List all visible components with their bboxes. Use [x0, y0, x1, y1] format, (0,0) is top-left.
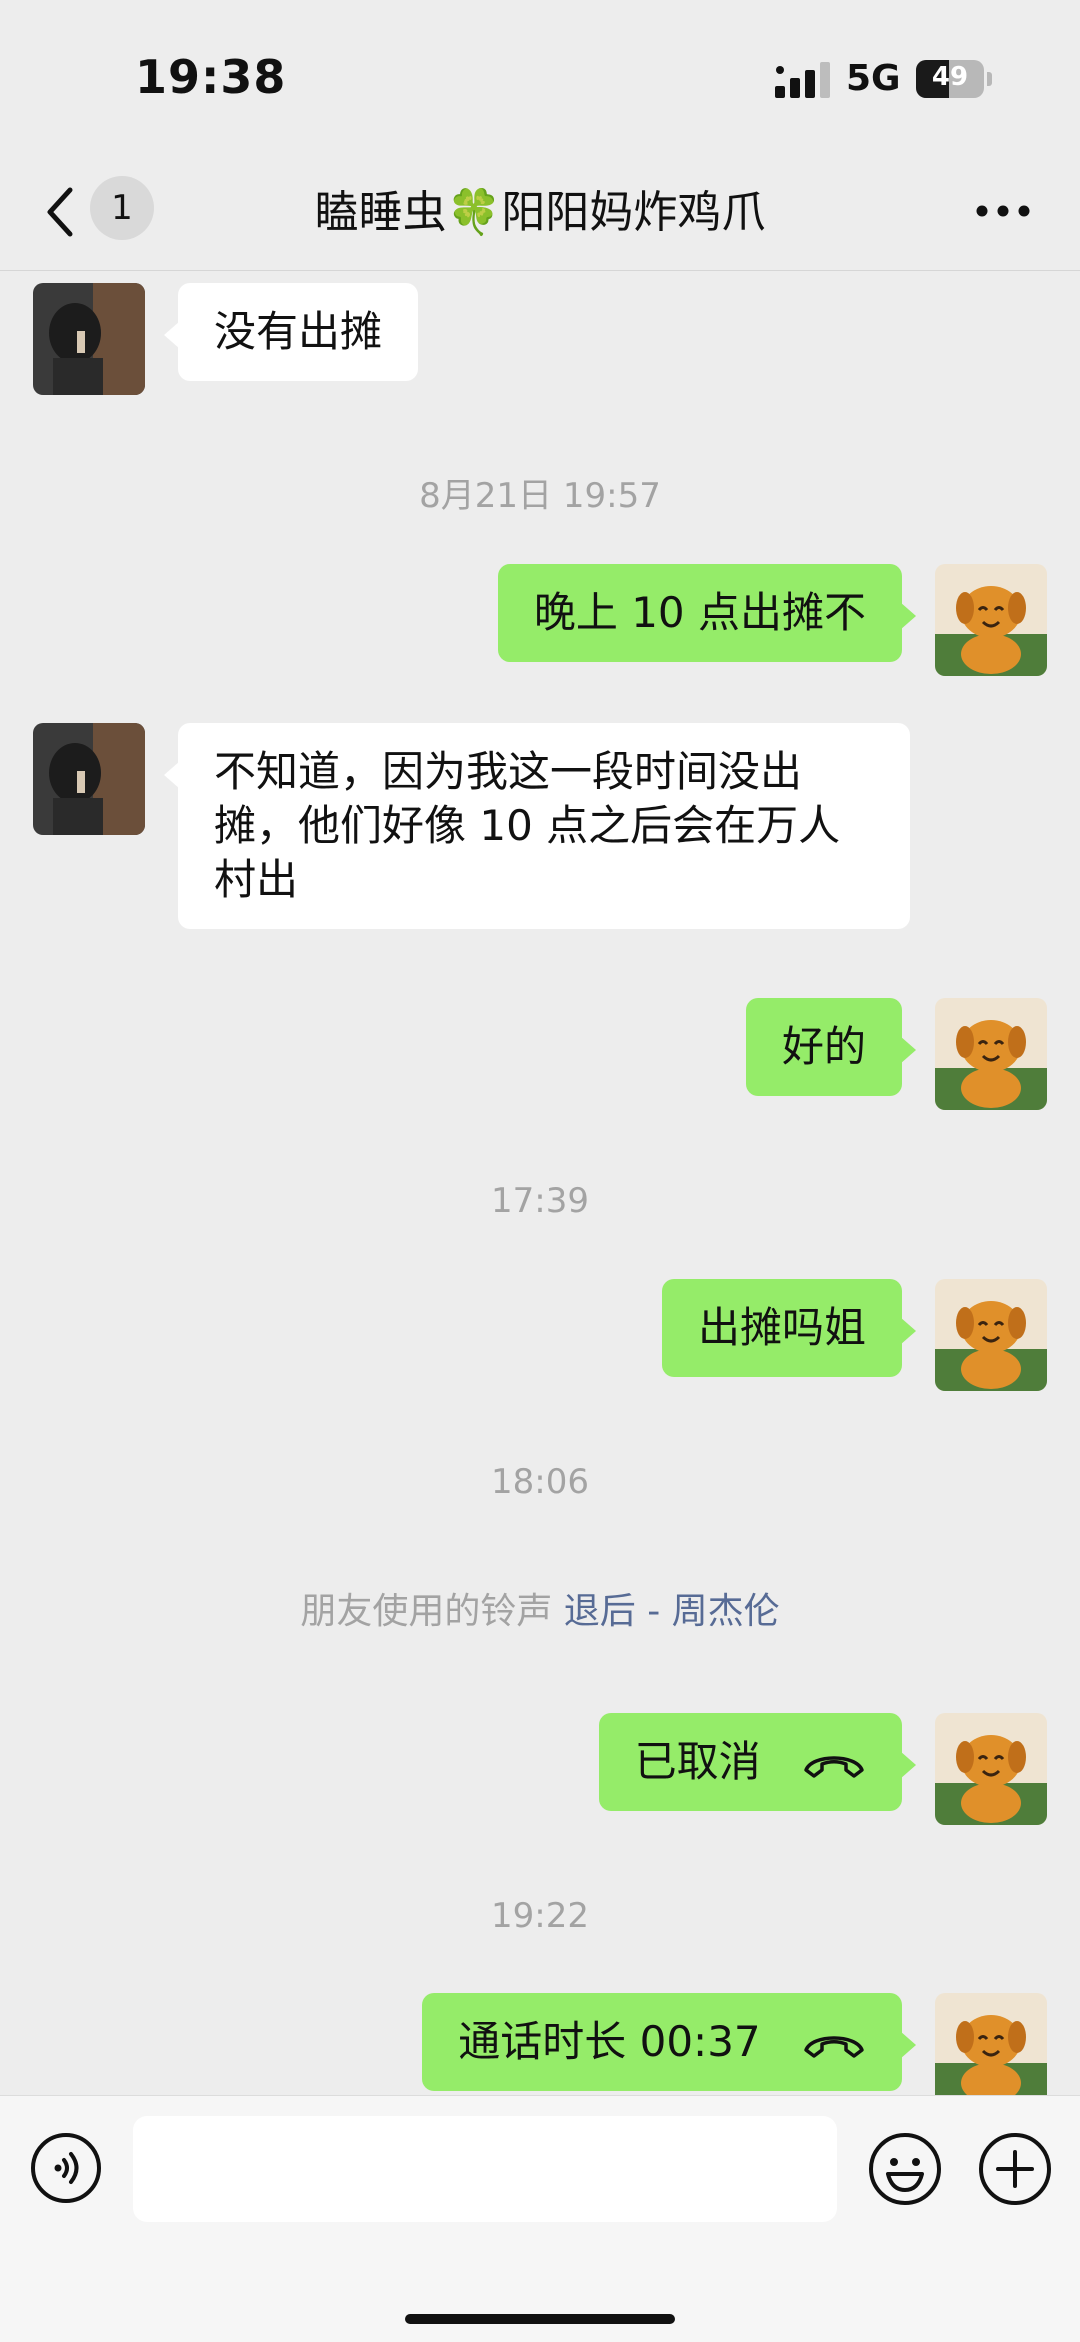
battery-percent: 49 — [931, 62, 969, 92]
call-record-bubble[interactable]: 已取消 — [598, 1713, 917, 1811]
message-bubble-incoming[interactable]: 不知道，因为我这一段时间没出摊，他们好像 10 点之后会在万人村出 — [164, 723, 910, 929]
my-avatar[interactable] — [935, 1993, 1047, 2095]
chat-header: 1 瞌睡虫🍀阳阳妈炸鸡爪 — [0, 160, 1080, 271]
my-avatar[interactable] — [935, 564, 1047, 676]
status-bar: 19:38 5G 49 — [0, 0, 1080, 160]
status-time: 19:38 — [135, 50, 287, 104]
contact-avatar[interactable] — [33, 723, 145, 835]
voice-input-icon[interactable] — [30, 2132, 102, 2204]
unread-count-badge[interactable]: 1 — [90, 176, 154, 240]
network-type: 5G — [846, 58, 901, 99]
dog-avatar-icon — [935, 998, 1047, 1110]
message-bubble-outgoing[interactable]: 晚上 10 点出摊不 — [497, 564, 917, 662]
message-timestamp: 18:06 — [491, 1462, 589, 1502]
battery-nub — [987, 72, 992, 86]
system-message: 朋友使用的铃声 退后 - 周杰伦 — [0, 1582, 1080, 1634]
contact-avatar[interactable] — [33, 283, 145, 395]
plus-icon[interactable] — [978, 2132, 1052, 2206]
ringtone-notice: 朋友使用的铃声 — [300, 1591, 553, 1632]
dog-avatar-icon — [935, 564, 1047, 676]
call-record-bubble[interactable]: 通话时长 00:37 — [422, 1993, 916, 2091]
message-bubble-incoming[interactable]: 没有出摊 — [163, 283, 419, 381]
chat-title: 瞌睡虫🍀阳阳妈炸鸡爪 — [314, 187, 766, 238]
chevron-left-icon[interactable] — [40, 182, 80, 242]
cellular-signal-icon — [775, 62, 830, 98]
call-duration-text: 通话时长 00:37 — [458, 2017, 761, 2066]
phone-hangup-icon — [804, 2035, 864, 2058]
dog-avatar-icon — [935, 1993, 1047, 2095]
dog-avatar-icon — [935, 1279, 1047, 1391]
my-avatar[interactable] — [935, 1713, 1047, 1825]
message-bubble-outgoing[interactable]: 好的 — [745, 998, 917, 1096]
emoji-icon[interactable] — [868, 2132, 942, 2206]
input-bar — [0, 2095, 1080, 2342]
my-avatar[interactable] — [935, 998, 1047, 1110]
my-avatar[interactable] — [935, 1279, 1047, 1391]
battery-icon: 49 — [916, 60, 984, 98]
message-bubble-outgoing[interactable]: 出摊吗姐 — [661, 1279, 917, 1377]
contact-photo-icon — [33, 283, 145, 395]
message-input[interactable] — [133, 2116, 837, 2222]
message-timestamp: 17:39 — [491, 1181, 589, 1221]
phone-hangup-icon — [804, 1755, 864, 1778]
ringtone-song-link[interactable]: 退后 - 周杰伦 — [564, 1591, 780, 1632]
message-timestamp: 8月21日 19:57 — [419, 476, 661, 516]
call-status-text: 已取消 — [634, 1737, 761, 1786]
dog-avatar-icon — [935, 1713, 1047, 1825]
message-timestamp: 19:22 — [491, 1896, 589, 1936]
more-options-icon[interactable] — [975, 204, 1031, 218]
home-indicator — [405, 2314, 675, 2324]
message-list[interactable]: 没有出摊 8月21日 19:57 晚上 10 点出摊不 不知道，因为我这一段时间… — [0, 271, 1080, 2095]
contact-photo-icon — [33, 723, 145, 835]
